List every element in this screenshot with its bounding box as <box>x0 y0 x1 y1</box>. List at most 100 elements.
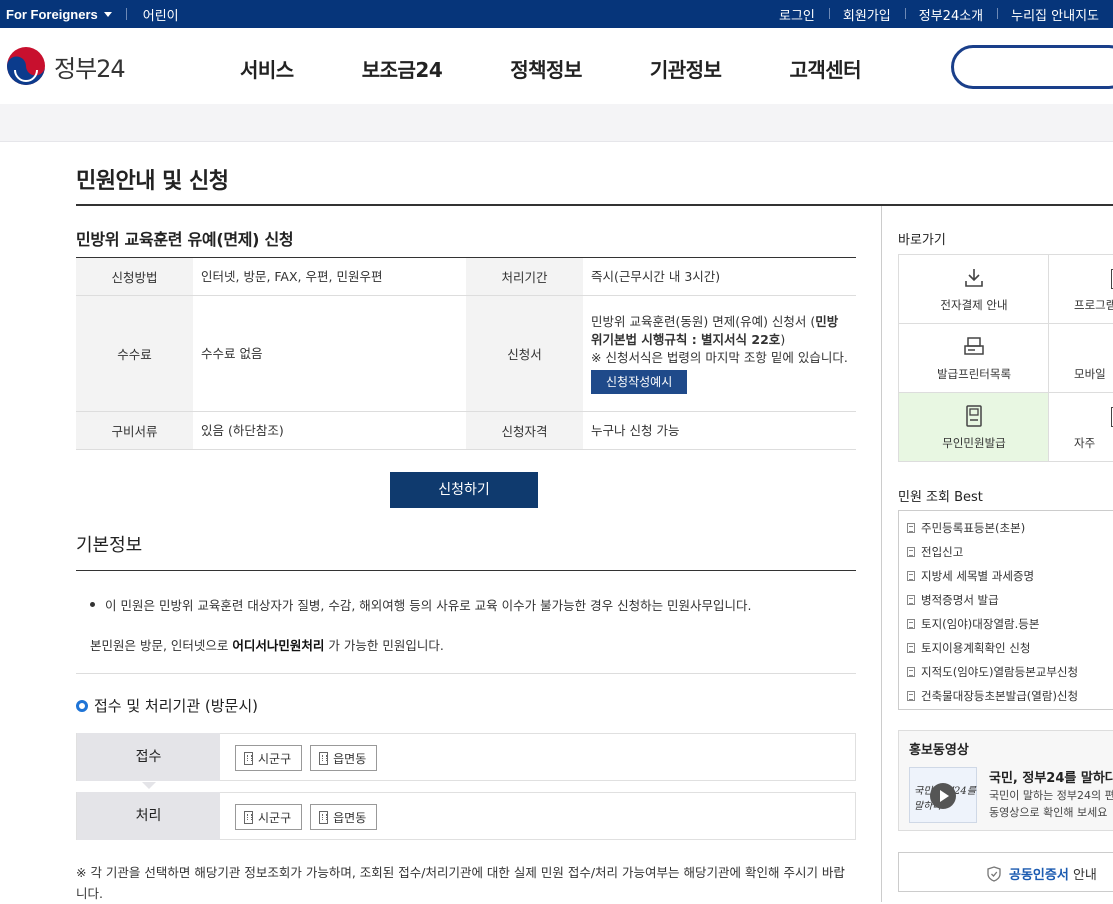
form-example-button[interactable]: 신청작성예시 <box>591 370 688 394</box>
shortcut-title: 바로가기 <box>898 233 946 248</box>
nav-agency[interactable]: 기관정보 <box>650 54 722 83</box>
shortcut-label: 프로그램 <box>1074 298 1113 312</box>
document-icon <box>907 547 915 557</box>
anywhere-note: 본민원은 방문, 인터넷으로 어디서나민원처리 가 가능한 민원입니다. <box>90 635 444 654</box>
list-item[interactable]: 토지(임야)대장열람.등본 <box>907 616 1039 632</box>
shortcut-label: 자주 <box>1074 436 1096 450</box>
basic-info-item: 이 민원은 민방위 교육훈련 대상자가 질병, 수감, 해외여행 등의 사유로 … <box>90 595 752 614</box>
shortcut-grid: 전자결제 안내 프로그램 발급프린터목록 모바일 무인민원발급 자주 <box>898 254 1113 462</box>
reception-city-button[interactable]: 시군구 <box>235 745 303 771</box>
logo[interactable]: 정부24 <box>6 46 126 86</box>
chip-label: 읍면동 <box>333 751 367 766</box>
printer-icon <box>964 337 984 355</box>
reception-town-button[interactable]: 읍면동 <box>310 745 378 771</box>
qualification-value: 누구나 신청 가능 <box>583 411 856 450</box>
best-item-label: 병적증명서 발급 <box>921 593 999 607</box>
agency-title-text: 접수 및 처리기관 (방문시) <box>94 697 259 715</box>
signup-link[interactable]: 회원가입 <box>828 5 905 24</box>
kids-link[interactable]: 어린이 <box>143 5 179 24</box>
processing-town-button[interactable]: 읍면동 <box>310 804 378 830</box>
main-navigation: 서비스 보조금24 정책정보 기관정보 고객센터 <box>240 54 929 83</box>
form-name: 민방위 교육훈련(동원) 면제(유예) 신청서 ( <box>591 314 816 329</box>
promo-video-box: 홍보동영상 국민 정부24를 말하다 국민, 정부24를 말하다. 국민이 말하… <box>898 730 1113 831</box>
sitemap-link[interactable]: 누리집 안내지도 <box>997 5 1113 24</box>
nav-subsidy[interactable]: 보조금24 <box>362 54 443 83</box>
nav-customer-center[interactable]: 고객센터 <box>789 54 861 83</box>
login-link[interactable]: 로그인 <box>765 5 829 24</box>
fee-label: 수수료 <box>76 295 193 412</box>
circle-bullet-icon <box>76 699 88 712</box>
shortcut-program[interactable]: 프로그램 <box>1049 255 1113 324</box>
best-item-label: 토지(임야)대장열람.등본 <box>921 617 1040 631</box>
best-item-label: 전입신고 <box>921 545 964 559</box>
service-info-table: 신청방법 인터넷, 방문, FAX, 우편, 민원우편 처리기간 즉시(근무시간… <box>76 257 856 450</box>
shortcut-faq[interactable]: 자주 <box>1049 393 1113 462</box>
best-item-label: 주민등록표등본(초본) <box>921 521 1026 535</box>
processing-city-button[interactable]: 시군구 <box>235 804 303 830</box>
method-label: 신청방법 <box>76 257 193 296</box>
certificate-guide-button[interactable]: 공동인증서 안내 <box>898 852 1113 892</box>
kiosk-icon <box>966 405 982 427</box>
list-item[interactable]: 병적증명서 발급 <box>907 592 999 608</box>
divider <box>76 673 856 674</box>
about-link[interactable]: 정부24소개 <box>904 5 997 24</box>
page-title: 민원안내 및 신청 <box>76 169 229 194</box>
docs-label: 구비서류 <box>76 411 193 450</box>
utility-bar: For Foreigners 어린이 로그인 회원가입 정부24소개 누리집 안… <box>0 0 1113 28</box>
docs-value: 있음 (하단참조) <box>193 411 466 450</box>
period-value: 즉시(근무시간 내 3시간) <box>583 257 856 296</box>
list-item[interactable]: 건축물대장등초본발급(열람)신청 <box>907 688 1078 704</box>
best-item-label: 건축물대장등초본발급(열람)신청 <box>921 689 1079 703</box>
note-suffix: 가 가능한 민원입니다. <box>324 638 444 653</box>
section-divider <box>76 570 856 571</box>
video-desc-line: 국민이 말하는 정부24의 편 <box>989 789 1113 802</box>
bullet-icon <box>90 602 95 607</box>
download-icon <box>965 269 983 287</box>
agency-section-title: 접수 및 처리기관 (방문시) <box>76 695 258 716</box>
best-title: 민원 조회 Best <box>898 490 983 505</box>
building-icon <box>244 751 253 765</box>
shortcut-epayment[interactable]: 전자결제 안내 <box>899 255 1049 324</box>
method-value: 인터넷, 방문, FAX, 우편, 민원우편 <box>193 257 466 296</box>
best-item-label: 지방세 세목별 과세증명 <box>921 569 1035 583</box>
video-thumbnail[interactable]: 국민 정부24를 말하다 <box>909 767 977 823</box>
best-item-label: 지적도(임야도)열람등본교부신청 <box>921 665 1079 679</box>
chip-label: 시군구 <box>258 751 292 766</box>
building-icon <box>319 751 329 765</box>
basic-info-title: 기본정보 <box>76 535 143 556</box>
shield-icon <box>987 865 1001 882</box>
for-foreigners-menu[interactable]: For Foreigners <box>6 7 112 22</box>
document-icon <box>907 619 915 629</box>
breadcrumb-area <box>0 104 1113 142</box>
shortcut-mobile[interactable]: 모바일 <box>1049 324 1113 393</box>
nav-services[interactable]: 서비스 <box>240 54 294 83</box>
processing-label: 처리 <box>77 792 220 840</box>
table-row: 수수료 수수료 없음 신청서 민방위 교육훈련(동원) 면제(유예) 신청서 (… <box>76 295 856 412</box>
site-header: 정부24 서비스 보조금24 정책정보 기관정보 고객센터 <box>0 28 1113 104</box>
shortcut-label: 전자결제 안내 <box>940 298 1008 312</box>
list-item[interactable]: 토지이용계획확인 신청 <box>907 640 1030 656</box>
shortcut-kiosk[interactable]: 무인민원발급 <box>899 393 1049 462</box>
title-divider <box>76 204 1113 206</box>
list-item[interactable]: 지적도(임야도)열람등본교부신청 <box>907 664 1078 680</box>
certificate-rest: 안내 <box>1068 868 1097 883</box>
list-item[interactable]: 전입신고 <box>907 544 963 560</box>
government-emblem-icon <box>7 47 45 85</box>
reception-label: 접수 <box>77 733 220 781</box>
nav-policy[interactable]: 정책정보 <box>510 54 582 83</box>
document-icon <box>907 523 915 533</box>
video-headline[interactable]: 국민, 정부24를 말하다. <box>989 767 1113 786</box>
form-label: 신청서 <box>466 295 583 412</box>
shortcut-label: 발급프린터목록 <box>936 367 1012 381</box>
list-item[interactable]: 주민등록표등본(초본) <box>907 520 1025 536</box>
document-icon <box>907 667 915 677</box>
logo-text: 정부24 <box>54 54 126 83</box>
building-icon <box>319 810 329 824</box>
search-input[interactable] <box>951 45 1113 89</box>
list-item[interactable]: 지방세 세목별 과세증명 <box>907 568 1034 584</box>
shortcut-printer-list[interactable]: 발급프린터목록 <box>899 324 1049 393</box>
note-prefix: 본민원은 방문, 인터넷으로 <box>90 638 233 653</box>
column-divider <box>881 206 882 902</box>
apply-button[interactable]: 신청하기 <box>390 472 538 508</box>
video-description: 국민이 말하는 정부24의 편 동영상으로 확인해 보세요 <box>989 787 1113 821</box>
